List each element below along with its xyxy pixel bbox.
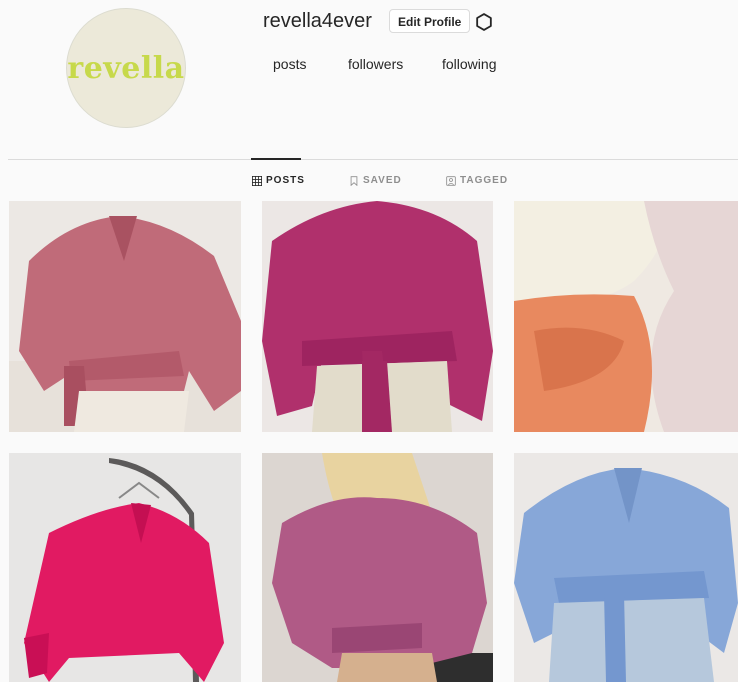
posts-count[interactable]: posts — [273, 56, 306, 72]
post-tile[interactable] — [9, 201, 241, 432]
bookmark-icon — [349, 175, 359, 186]
username: revella4ever — [263, 10, 372, 32]
tab-posts-label: POSTS — [266, 175, 305, 186]
gear-icon[interactable] — [474, 12, 494, 32]
post-image — [514, 201, 738, 432]
followers-count[interactable]: followers — [348, 56, 403, 72]
post-tile[interactable] — [514, 201, 738, 432]
post-tile[interactable] — [262, 453, 493, 682]
post-image — [9, 201, 241, 432]
grid-icon — [252, 175, 262, 186]
post-tile[interactable] — [514, 453, 738, 682]
post-tile[interactable] — [9, 453, 241, 682]
profile-divider — [8, 159, 738, 160]
post-image — [262, 453, 493, 682]
tab-tagged[interactable]: TAGGED — [446, 175, 508, 186]
tab-tagged-label: TAGGED — [460, 175, 509, 186]
following-count[interactable]: following — [442, 56, 496, 72]
edit-profile-button[interactable]: Edit Profile — [389, 9, 471, 33]
tag-icon — [446, 175, 456, 186]
active-tab-indicator — [251, 158, 301, 160]
post-image — [9, 453, 241, 682]
avatar[interactable]: revella — [66, 8, 186, 128]
post-tile[interactable] — [262, 201, 493, 432]
tab-posts[interactable]: POSTS — [252, 175, 305, 186]
tab-saved[interactable]: SAVED — [349, 175, 402, 186]
tab-saved-label: SAVED — [363, 175, 402, 186]
avatar-logo-text: revella — [67, 50, 185, 86]
post-image — [514, 453, 738, 682]
post-image — [262, 201, 493, 432]
